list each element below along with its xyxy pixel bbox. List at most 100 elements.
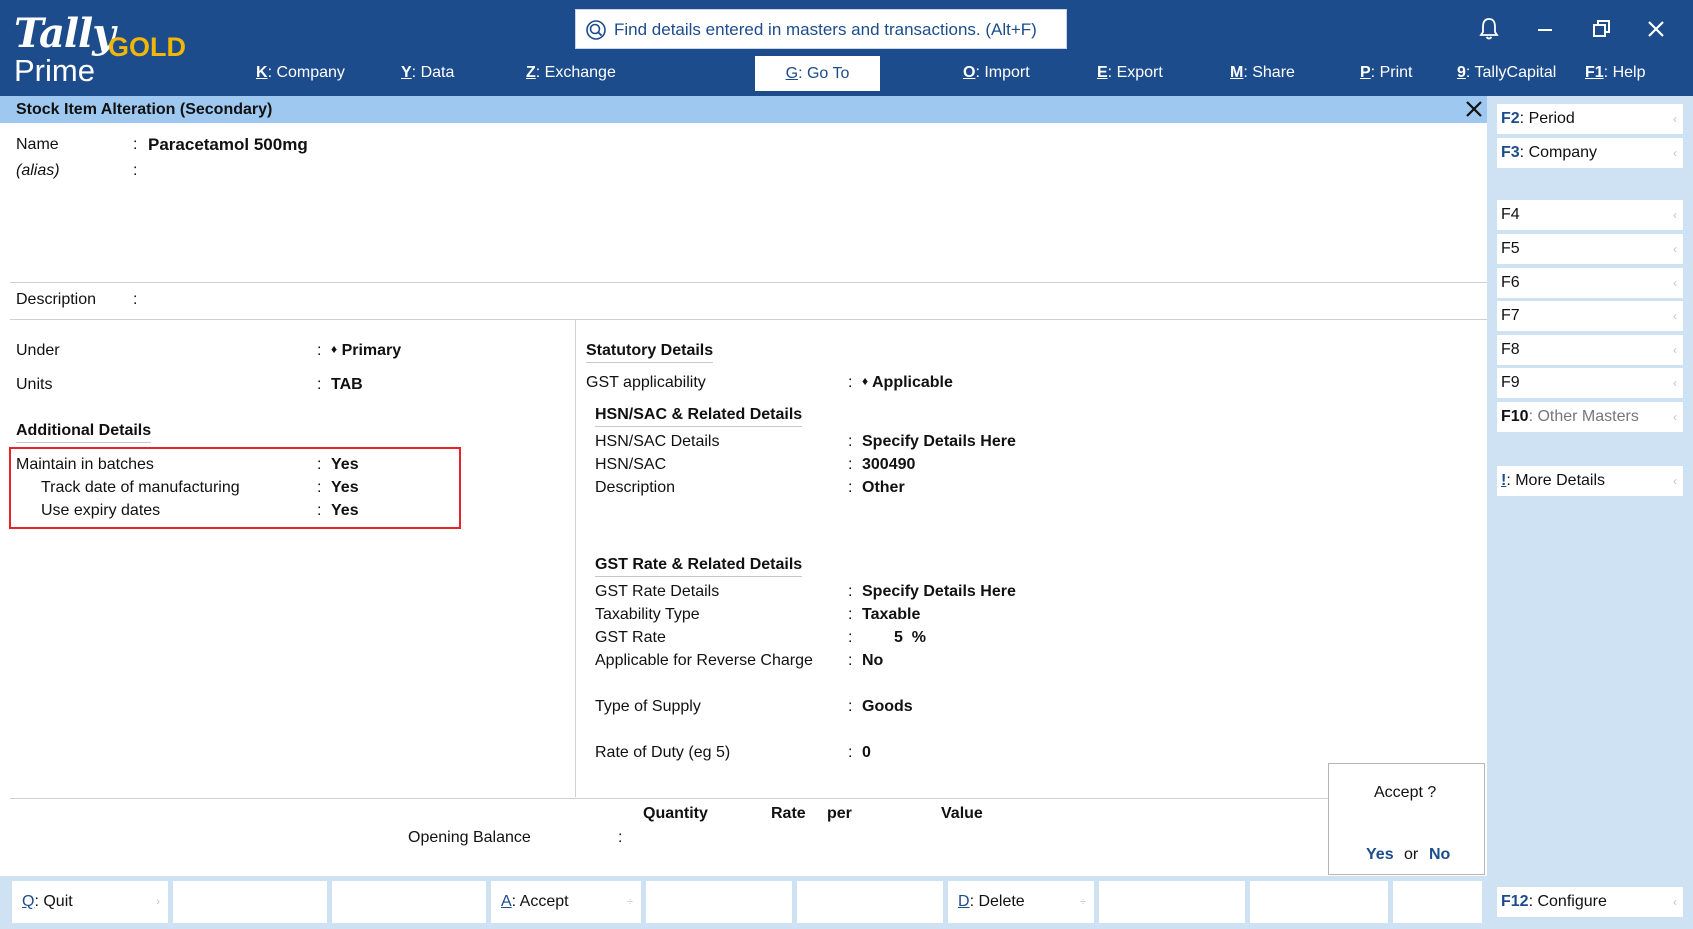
hsn-details-field[interactable]: Specify Details Here	[862, 433, 1016, 451]
logo-prime: Prime	[14, 53, 95, 88]
name-label: Name	[16, 136, 59, 153]
gst-rate-label: GST Rate	[595, 629, 666, 646]
menu-company[interactable]: K: Company	[256, 64, 345, 82]
opening-balance-colon: :	[618, 829, 623, 846]
hsn-description-field[interactable]: Other	[862, 479, 905, 497]
restore-icon[interactable]	[1586, 14, 1616, 44]
additional-details-heading: Additional Details	[16, 422, 152, 443]
hsn-field[interactable]: 300490	[862, 456, 915, 474]
taxability-label: Taxability Type	[595, 606, 700, 623]
bottom-button-empty[interactable]	[797, 881, 943, 923]
bottom-button-empty[interactable]	[1099, 881, 1245, 923]
supply-type-field[interactable]: Goods	[862, 698, 913, 716]
search-icon	[586, 20, 606, 40]
gst-applicability-colon: :	[848, 374, 853, 391]
batches-field[interactable]: Yes	[331, 456, 359, 474]
menu-data[interactable]: Y: Data	[401, 64, 454, 82]
bottom-button-empty[interactable]	[332, 881, 486, 923]
gst-applicability-field[interactable]: ♦ Applicable	[862, 374, 953, 392]
hsn-heading: HSN/SAC & Related Details	[595, 406, 803, 427]
opening-balance-field[interactable]	[632, 827, 1052, 849]
logo-gold: GOLD	[108, 32, 186, 62]
duty-rate-label: Rate of Duty (eg 5)	[595, 744, 731, 761]
gst-rate-colon: :	[848, 629, 853, 646]
column-divider	[575, 320, 576, 797]
accept-or-text: or	[1404, 846, 1419, 863]
f10-other-masters-button[interactable]: F10: Other Masters ‹	[1497, 402, 1683, 432]
page-title: Stock Item Alteration (Secondary)	[16, 101, 273, 118]
menu-import[interactable]: O: Import	[963, 64, 1030, 82]
f3-company-button[interactable]: F3: Company ‹	[1497, 138, 1683, 168]
taxability-field[interactable]: Taxable	[862, 606, 920, 624]
menu-tallycapital[interactable]: 9: TallyCapital	[1457, 64, 1556, 82]
accept-question: Accept ?	[1374, 784, 1437, 801]
f7-button[interactable]: F7 ‹	[1497, 301, 1683, 331]
expiry-field[interactable]: Yes	[331, 502, 359, 520]
menu-share[interactable]: M: Share	[1230, 64, 1295, 82]
menu-print[interactable]: P: Print	[1360, 64, 1412, 82]
under-colon: :	[317, 342, 322, 359]
taxability-colon: :	[848, 606, 853, 623]
search-placeholder: Find details entered in masters and tran…	[614, 20, 1037, 39]
duty-rate-field[interactable]: 0	[862, 744, 871, 762]
f8-button[interactable]: F8 ‹	[1497, 335, 1683, 365]
menu-goto[interactable]: G: Go To	[755, 56, 880, 91]
gst-rate-field[interactable]: 5 %	[894, 629, 926, 647]
bottom-button-empty[interactable]	[1250, 881, 1388, 923]
menu-exchange[interactable]: Z: Exchange	[526, 64, 616, 82]
chevron-left-icon: ‹	[1673, 410, 1677, 424]
units-field[interactable]: TAB	[331, 376, 363, 394]
accept-yes-button[interactable]: Yes	[1366, 846, 1394, 864]
description-label: Description	[16, 291, 97, 308]
opening-balance-label: Opening Balance	[408, 829, 531, 846]
chevron-left-icon: ‹	[1673, 376, 1677, 390]
value-header: Value	[941, 805, 983, 822]
quit-button[interactable]: Q: Quit ›	[12, 881, 168, 923]
f4-button[interactable]: F4 ‹	[1497, 200, 1683, 230]
search-box[interactable]: Find details entered in masters and tran…	[575, 9, 1067, 49]
hsn-details-colon: :	[848, 433, 853, 450]
reverse-charge-field[interactable]: No	[862, 652, 883, 670]
gst-rate-details-field[interactable]: Specify Details Here	[862, 583, 1016, 601]
accept-no-button[interactable]: No	[1429, 846, 1450, 864]
menu-help[interactable]: F1: Help	[1585, 64, 1645, 82]
bell-icon[interactable]	[1474, 14, 1504, 44]
f5-button[interactable]: F5 ‹	[1497, 234, 1683, 264]
bottom-button-empty[interactable]	[1393, 881, 1482, 923]
description-colon: :	[133, 291, 138, 308]
alias-field[interactable]	[148, 160, 648, 182]
minimize-icon[interactable]	[1530, 14, 1560, 44]
close-icon[interactable]	[1462, 97, 1486, 121]
bottom-button-empty[interactable]	[173, 881, 327, 923]
f6-button[interactable]: F6 ‹	[1497, 268, 1683, 298]
chevron-left-icon: ‹	[1673, 276, 1677, 290]
menu-export[interactable]: E: Export	[1097, 64, 1163, 82]
f9-button[interactable]: F9 ‹	[1497, 368, 1683, 398]
batches-colon: :	[317, 456, 322, 473]
hsn-description-colon: :	[848, 479, 853, 496]
description-field[interactable]	[148, 289, 948, 311]
rate-header: Rate	[771, 805, 806, 822]
mfg-date-label: Track date of manufacturing	[41, 479, 240, 496]
f12-configure-button[interactable]: F12: Configure ‹	[1497, 887, 1683, 917]
accept-button[interactable]: A: Accept ÷	[491, 881, 641, 923]
delete-button[interactable]: D: Delete ÷	[948, 881, 1094, 923]
reverse-charge-label: Applicable for Reverse Charge	[595, 652, 813, 669]
more-details-button[interactable]: !: More Details ‹	[1497, 466, 1683, 496]
hsn-description-label: Description	[595, 479, 676, 496]
gst-rate-heading: GST Rate & Related Details	[595, 556, 803, 577]
chevron-icon: ÷	[1079, 896, 1086, 908]
name-field[interactable]: Paracetamol 500mg	[148, 135, 308, 155]
hsn-colon: :	[848, 456, 853, 473]
mfg-date-field[interactable]: Yes	[331, 479, 359, 497]
chevron-left-icon: ‹	[1673, 242, 1677, 256]
f2-period-button[interactable]: F2: Period ‹	[1497, 104, 1683, 134]
bottom-button-empty[interactable]	[646, 881, 792, 923]
under-label: Under	[16, 342, 60, 359]
title-bar: Stock Item Alteration (Secondary)	[0, 96, 1487, 123]
chevron-left-icon: ‹	[1673, 112, 1677, 126]
chevron-left-icon: ‹	[1673, 343, 1677, 357]
window-close-icon[interactable]	[1641, 14, 1671, 44]
under-field[interactable]: ♦ Primary	[331, 342, 401, 360]
chevron-left-icon: ‹	[1673, 208, 1677, 222]
